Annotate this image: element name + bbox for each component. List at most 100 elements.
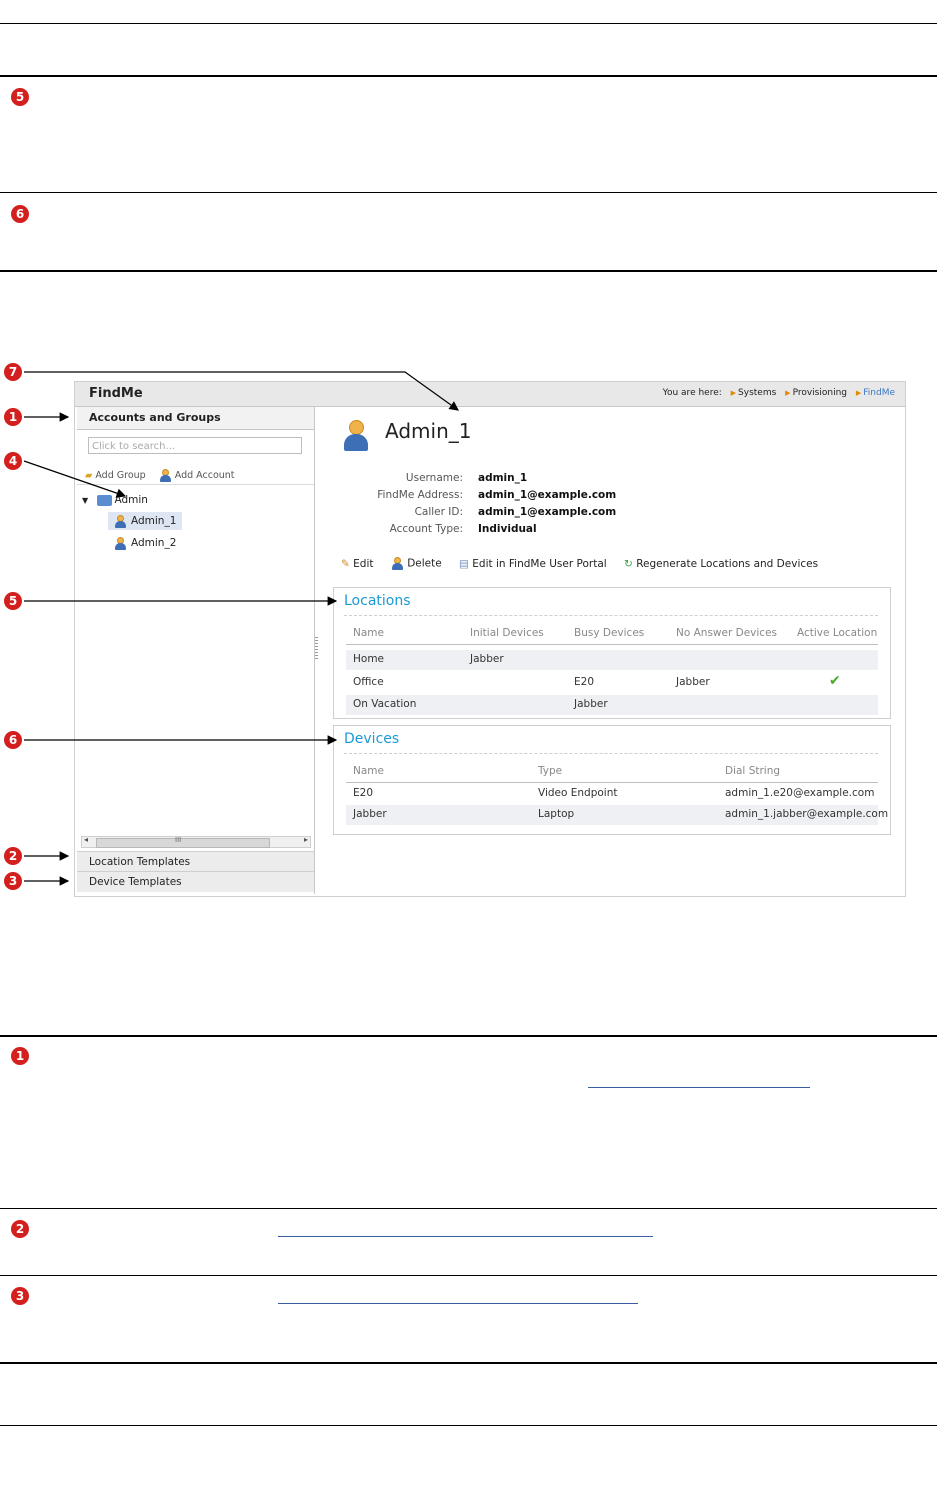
tree-node-admin[interactable]: ▼ Admin	[82, 491, 148, 509]
group-folder-icon	[96, 494, 112, 506]
table-rule	[0, 23, 937, 24]
delete-label: Delete	[407, 557, 442, 570]
account-actions: ✎ Edit Delete ▤ Edit in FindMe User Port…	[341, 557, 832, 570]
edit-button[interactable]: ✎ Edit	[341, 558, 374, 570]
tree-node-admin-2[interactable]: Admin_2	[108, 534, 176, 552]
add-account-button[interactable]: Add Account	[159, 469, 235, 482]
field-value: admin_1@example.com	[478, 506, 617, 518]
column-header[interactable]: Name	[353, 627, 384, 639]
column-header[interactable]: Dial String	[725, 765, 780, 777]
column-header[interactable]: Name	[353, 765, 384, 777]
locations-title: Locations	[344, 593, 411, 609]
table-row[interactable]: E20 Video Endpoint admin_1.e20@example.c…	[346, 784, 878, 804]
column-header[interactable]: Busy Devices	[574, 627, 644, 639]
table-rule	[0, 1275, 937, 1276]
callout-badge-2: 2	[11, 1220, 29, 1238]
column-header[interactable]: Type	[538, 765, 562, 777]
accounts-groups-pane: Accounts and Groups Click to search... ▰…	[77, 407, 315, 894]
divider	[77, 484, 314, 485]
table-rule	[0, 1208, 937, 1209]
divider	[344, 615, 878, 616]
link-underline[interactable]	[588, 1087, 810, 1088]
location-templates-label: Location Templates	[89, 856, 191, 868]
breadcrumb-arrow-icon: ▶	[730, 389, 737, 397]
horizontal-scrollbar[interactable]: ◂ III ▸	[81, 835, 311, 848]
scrollbar-thumb[interactable]: III	[96, 836, 270, 848]
scroll-left-icon[interactable]: ◂	[84, 835, 88, 844]
table-cell: admin_1.e20@example.com	[725, 787, 875, 799]
regenerate-button[interactable]: ↻ Regenerate Locations and Devices	[624, 558, 818, 570]
breadcrumb-item-systems[interactable]: Systems	[738, 388, 776, 398]
link-underline[interactable]	[278, 1303, 638, 1304]
table-cell: Laptop	[538, 808, 575, 820]
field-label: FindMe Address:	[377, 489, 463, 501]
table-row[interactable]: Jabber Laptop admin_1.jabber@example.com	[346, 805, 888, 825]
splitter-handle[interactable]	[315, 637, 318, 659]
tree-node-label: Admin	[114, 494, 148, 506]
tree-node-admin-1[interactable]: Admin_1	[108, 512, 183, 530]
edit-user-icon: ✎	[341, 557, 350, 570]
column-header[interactable]: Active Location	[797, 627, 877, 639]
field-label: Username:	[405, 472, 463, 484]
table-cell: Home	[353, 653, 385, 665]
add-group-button[interactable]: ▰ Add Group	[85, 470, 146, 481]
breadcrumb-arrow-icon: ▶	[785, 389, 791, 397]
breadcrumb-item-provisioning[interactable]: Provisioning	[793, 388, 847, 398]
search-input[interactable]: Click to search...	[88, 437, 302, 454]
link-underline[interactable]	[278, 1236, 653, 1237]
account-name: Admin_1	[385, 419, 472, 443]
callout-badge-3: 3	[11, 1287, 29, 1305]
table-cell: E20	[574, 676, 594, 688]
table-cell: Jabber	[353, 808, 387, 820]
scroll-right-icon[interactable]: ▸	[304, 835, 308, 844]
findme-screenshot: FindMe You are here: ▶ Systems ▶ Provision…	[74, 381, 906, 897]
table-cell: Office	[353, 676, 384, 688]
breadcrumb: You are here: ▶ Systems ▶ Provisioning ▶ Fi…	[663, 388, 895, 398]
table-row[interactable]: Office E20 Jabber ✔	[346, 673, 878, 693]
callout-badge-1: 1	[11, 1047, 29, 1065]
tree-node-label: Admin_1	[131, 515, 177, 527]
callout-badge-1: 1	[4, 408, 22, 426]
tree-toolbar: ▰ Add Group Add Account	[85, 469, 245, 482]
table-rule	[0, 75, 937, 77]
portal-card-icon: ▤	[459, 557, 469, 570]
expand-arrow-icon[interactable]: ▼	[82, 496, 88, 505]
callout-badge-2: 2	[4, 847, 22, 865]
table-cell: Video Endpoint	[538, 787, 618, 799]
table-cell: E20	[353, 787, 373, 799]
column-header[interactable]: Initial Devices	[470, 627, 544, 639]
table-row[interactable]: Home Jabber	[346, 650, 878, 670]
add-account-label: Add Account	[174, 470, 235, 481]
table-cell: Jabber	[676, 676, 710, 688]
add-group-label: Add Group	[95, 470, 146, 481]
locations-panel: Locations Name Initial Devices Busy Devi…	[333, 587, 891, 719]
edit-in-portal-label: Edit in FindMe User Portal	[472, 557, 607, 570]
breadcrumb-arrow-icon: ▶	[855, 389, 862, 397]
breadcrumb-prefix: You are here:	[662, 388, 722, 398]
table-cell: On Vacation	[353, 698, 417, 710]
column-header[interactable]: No Answer Devices	[676, 627, 777, 639]
table-cell: Jabber	[574, 698, 608, 710]
field-value: admin_1@example.com	[478, 489, 617, 501]
delete-button[interactable]: Delete	[391, 557, 442, 570]
callout-badge-6: 6	[11, 205, 29, 223]
edit-in-portal-button[interactable]: ▤ Edit in FindMe User Portal	[459, 558, 607, 570]
devices-panel: Devices Name Type Dial String E20 Video …	[333, 725, 891, 835]
breadcrumb-item-findme[interactable]: FindMe	[863, 388, 895, 398]
callout-badge-5: 5	[4, 592, 22, 610]
callout-badge-5: 5	[11, 88, 29, 106]
device-templates-panel[interactable]: Device Templates	[77, 871, 314, 892]
divider	[344, 753, 878, 754]
accounts-groups-header[interactable]: Accounts and Groups	[77, 407, 314, 430]
user-icon	[114, 514, 127, 528]
table-rule	[0, 1425, 937, 1426]
page-header: FindMe You are here: ▶ Systems ▶ Provision…	[75, 382, 905, 407]
table-rule	[0, 1035, 937, 1037]
divider	[346, 644, 878, 645]
page-title: FindMe	[89, 386, 143, 401]
table-cell: Jabber	[470, 653, 504, 665]
table-row[interactable]: On Vacation Jabber	[346, 695, 878, 715]
location-templates-panel[interactable]: Location Templates	[77, 851, 314, 872]
field-value: Individual	[478, 523, 537, 535]
regenerate-label: Regenerate Locations and Devices	[636, 557, 819, 570]
